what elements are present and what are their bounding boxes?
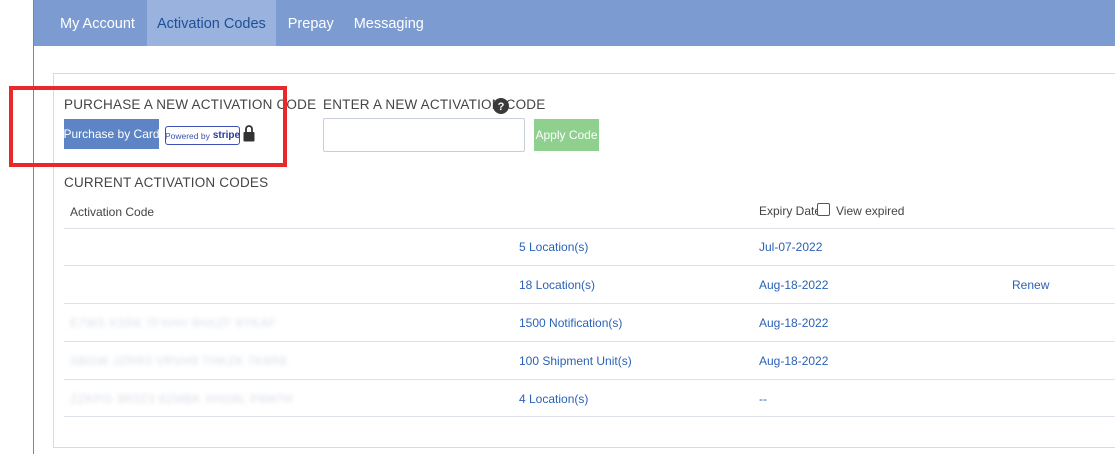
table-divider (64, 379, 1115, 380)
nav-messaging[interactable]: Messaging (344, 0, 434, 46)
view-expired-checkbox[interactable] (817, 203, 830, 216)
row-1-units[interactable]: 5 Location(s) (519, 240, 588, 254)
row-5-units[interactable]: 4 Location(s) (519, 392, 588, 406)
row-2-expiry[interactable]: Aug-18-2022 (759, 278, 828, 292)
page-left-border (33, 0, 34, 454)
svg-text:?: ? (498, 101, 505, 113)
purchase-highlight-box (9, 86, 287, 167)
row-3-code: E7W3 XSR6 7FXHH 9HXZF 8YKAF (70, 316, 277, 330)
table-divider (64, 341, 1115, 342)
row-1-expiry[interactable]: Jul-07-2022 (759, 240, 822, 254)
current-codes-title: CURRENT ACTIVATION CODES (64, 175, 269, 190)
nav-activation-codes[interactable]: Activation Codes (146, 0, 276, 46)
activation-code-input[interactable] (323, 118, 525, 152)
row-3-units[interactable]: 1500 Notification(s) (519, 316, 622, 330)
view-expired-label[interactable]: View expired (836, 204, 904, 218)
top-nav: My Account Activation Codes Prepay Messa… (34, 0, 1115, 46)
nav-prepay[interactable]: Prepay (278, 0, 344, 46)
table-divider (64, 228, 1115, 229)
renew-link[interactable]: Renew (1012, 278, 1049, 292)
question-circle-icon[interactable]: ? (493, 98, 509, 114)
apply-code-button[interactable]: Apply Code (534, 119, 599, 151)
nav-my-account[interactable]: My Account (50, 0, 145, 46)
row-5-expiry[interactable]: -- (759, 392, 767, 406)
header-expiry-date: Expiry Date (759, 204, 822, 218)
table-divider (64, 303, 1115, 304)
header-activation-code: Activation Code (70, 205, 155, 219)
row-4-code: SBGW JZRR3 VRVH9 THKZK 7K8R6 (70, 354, 287, 368)
row-5-code: ZZKPG 3R3Z3 8ZMBK XHG8L P8M7H (70, 392, 293, 406)
table-divider (64, 416, 1115, 417)
table-divider (64, 265, 1115, 266)
row-2-units[interactable]: 18 Location(s) (519, 278, 595, 292)
enter-code-section-title: ENTER A NEW ACTIVATION CODE (323, 97, 546, 112)
row-3-expiry[interactable]: Aug-18-2022 (759, 316, 828, 330)
row-4-expiry[interactable]: Aug-18-2022 (759, 354, 828, 368)
row-4-units[interactable]: 100 Shipment Unit(s) (519, 354, 632, 368)
